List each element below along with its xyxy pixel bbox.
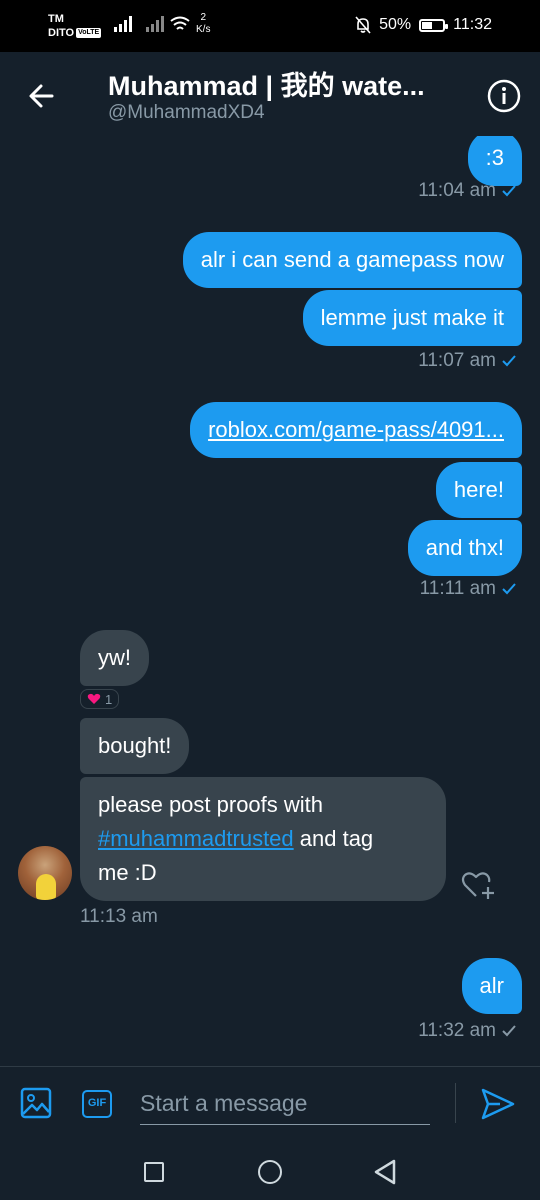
carrier-bottom: DITO (48, 27, 75, 39)
message-bubble-incoming[interactable]: please post proofs with #muhammadtrusted… (80, 777, 446, 901)
home-icon[interactable] (258, 1160, 282, 1184)
heart-icon (87, 693, 101, 704)
mute-bell-icon (355, 16, 371, 34)
battery-percent: 50% (379, 16, 412, 33)
message-bubble-outgoing[interactable]: alr (461, 958, 522, 1014)
system-nav-bar (0, 1140, 540, 1200)
image-icon[interactable] (20, 1087, 52, 1119)
message-text: me :D (98, 860, 157, 885)
read-check-icon (502, 355, 516, 367)
recents-icon[interactable] (144, 1162, 164, 1182)
message-bubble-incoming[interactable]: yw! (80, 630, 149, 686)
conversation-handle[interactable]: @MuhammadXD4 (108, 102, 265, 124)
message-input[interactable] (140, 1083, 430, 1125)
composer-divider (455, 1083, 456, 1123)
network-speed: 2 K/s (196, 12, 210, 36)
reaction-badge[interactable]: 1 (80, 689, 120, 709)
timestamp-text: 11:04 am (418, 180, 496, 201)
message-timestamp: 11:13 am (80, 906, 158, 928)
back-arrow-icon[interactable] (22, 76, 62, 116)
message-bubble-incoming[interactable]: bought! (80, 718, 190, 774)
message-composer: GIF (0, 1066, 540, 1140)
message-bubble-outgoing[interactable]: here! (435, 462, 522, 518)
speed-value: 2 (200, 12, 206, 23)
hashtag-link[interactable]: #muhammadtrusted (98, 826, 294, 851)
message-list[interactable]: :3 11:04 am alr i can send a gamepass no… (0, 136, 540, 1056)
volte-badge: VoLTE (76, 28, 102, 39)
battery-level (422, 21, 433, 29)
signal-icon (114, 16, 132, 32)
timestamp-text: 11:32 am (418, 1020, 496, 1041)
wifi-icon (170, 16, 190, 30)
carrier-top: TM (48, 13, 64, 25)
read-check-icon (502, 185, 516, 197)
conversation-header: Muhammad | 我的 wate... @MuhammadXD4 (0, 52, 540, 136)
status-bar: TM DITO VoLTE 2 K/s 50% 11:32 (0, 0, 540, 52)
battery-icon (419, 18, 449, 32)
message-text: and tag (293, 826, 374, 851)
carrier-info: TM DITO VoLTE (48, 12, 102, 40)
send-icon[interactable] (480, 1087, 516, 1121)
info-icon[interactable] (486, 78, 522, 114)
message-timestamp: 11:11 am (420, 578, 516, 600)
timestamp-text: 11:11 am (419, 578, 496, 599)
reaction-count: 1 (105, 691, 113, 707)
message-timestamp: 11:07 am (418, 350, 516, 372)
message-bubble-outgoing[interactable]: :3 (467, 136, 522, 186)
status-right: 50% 11:32 (355, 16, 492, 34)
read-check-icon (502, 583, 516, 595)
conversation-title[interactable]: Muhammad | 我的 wate... (108, 64, 425, 103)
clock: 11:32 (453, 16, 492, 33)
message-link[interactable]: roblox.com/game-pass/4091... (208, 417, 504, 442)
message-timestamp: 11:04 am (418, 180, 516, 202)
timestamp-text: 11:07 am (418, 350, 496, 371)
message-text: please post proofs with (98, 792, 324, 817)
message-bubble-outgoing[interactable]: roblox.com/game-pass/4091... (190, 402, 522, 458)
gif-button[interactable]: GIF (82, 1090, 112, 1118)
heart-add-reaction-icon[interactable] (460, 868, 496, 902)
message-bubble-outgoing[interactable]: lemme just make it (302, 290, 522, 346)
message-bubble-outgoing[interactable]: and thx! (407, 520, 522, 576)
nav-back-icon[interactable] (372, 1158, 398, 1186)
timestamp-text: 11:13 am (80, 906, 158, 927)
message-bubble-outgoing[interactable]: alr i can send a gamepass now (182, 232, 522, 288)
signal-icon-2 (146, 16, 164, 32)
sent-check-icon (502, 1025, 516, 1037)
message-timestamp: 11:32 am (418, 1020, 516, 1042)
avatar[interactable] (18, 846, 72, 900)
avatar-figure (36, 874, 56, 900)
speed-unit: K/s (196, 24, 211, 35)
